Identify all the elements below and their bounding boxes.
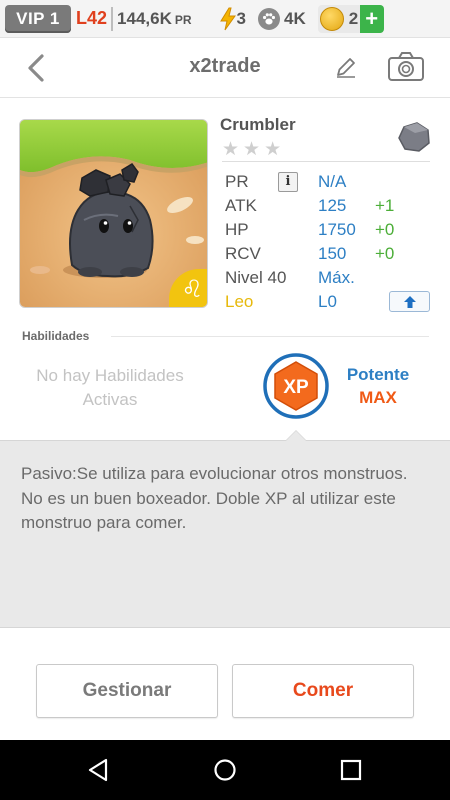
stat-label: ATK bbox=[225, 196, 257, 215]
lightning-icon bbox=[219, 7, 236, 30]
stat-value: Máx. bbox=[318, 268, 355, 287]
passive-skill-level: MAX bbox=[359, 388, 397, 407]
xp-badge-label: XP bbox=[283, 377, 309, 398]
title-bar: x2trade bbox=[0, 38, 450, 98]
eat-button[interactable]: Comer bbox=[232, 664, 414, 718]
passive-skill-name: Potente bbox=[346, 365, 410, 384]
paw-count: 4K bbox=[284, 8, 306, 28]
page-title: x2trade bbox=[189, 55, 261, 77]
divider bbox=[111, 6, 114, 31]
arrow-up-icon bbox=[403, 295, 416, 308]
manage-button[interactable]: Gestionar bbox=[36, 664, 218, 718]
stat-value: N/A bbox=[318, 172, 347, 191]
stat-value: 150 bbox=[318, 244, 347, 263]
stat-row-pr: PR i N/A bbox=[225, 170, 435, 194]
stat-bonus: +0 bbox=[375, 244, 395, 263]
stat-label: Leo bbox=[225, 292, 254, 311]
nav-back-icon[interactable] bbox=[86, 757, 112, 783]
add-coins-button[interactable]: + bbox=[359, 4, 384, 33]
power-value: 144,6K bbox=[117, 8, 172, 28]
stat-label: PR bbox=[225, 172, 249, 191]
stat-row-atk: ATK 125 +1 bbox=[225, 194, 435, 218]
paw-icon bbox=[258, 7, 280, 30]
stat-value: L0 bbox=[318, 292, 337, 311]
upgrade-button[interactable] bbox=[389, 291, 430, 312]
coin-icon bbox=[319, 6, 344, 31]
stat-row-leo: Leo L0 bbox=[225, 290, 435, 314]
info-icon[interactable]: i bbox=[278, 172, 298, 192]
nav-recents-icon[interactable] bbox=[338, 757, 364, 783]
coin-counter[interactable]: 2 + bbox=[317, 4, 384, 33]
xp-skill-badge[interactable]: XP bbox=[263, 353, 329, 419]
rock-element-icon bbox=[398, 122, 430, 152]
stat-row-level: Nivel 40 Máx. bbox=[225, 266, 435, 290]
no-active-abilities-text: No hay Habilidades Activas bbox=[36, 366, 184, 409]
star-icon: ★ bbox=[222, 139, 240, 160]
stat-value: 125 bbox=[318, 196, 347, 215]
divider bbox=[222, 161, 430, 162]
stat-value: 1750 bbox=[318, 220, 356, 239]
stat-bonus: +0 bbox=[375, 220, 395, 239]
coin-count: 2 bbox=[348, 8, 359, 28]
monster-portrait[interactable]: ♌ bbox=[19, 119, 208, 308]
star-icon: ★ bbox=[264, 139, 282, 160]
description-pointer-fill bbox=[286, 431, 306, 441]
monster-name: Crumbler bbox=[220, 115, 296, 134]
pencil-icon[interactable] bbox=[334, 55, 358, 79]
stat-label: HP bbox=[225, 220, 249, 239]
power-unit: PR bbox=[174, 13, 192, 27]
skill-description: Pasivo:Se utiliza para evolucionar otros… bbox=[21, 464, 408, 532]
vip-badge[interactable]: VIP 1 bbox=[5, 4, 71, 33]
stat-label: RCV bbox=[225, 244, 261, 263]
star-rating: ★ ★ ★ bbox=[222, 140, 281, 160]
description-panel: Pasivo:Se utiliza para evolucionar otros… bbox=[0, 440, 450, 628]
camera-icon[interactable] bbox=[387, 51, 425, 83]
stat-row-rcv: RCV 150 +0 bbox=[225, 242, 435, 266]
status-bar: VIP 1 L42 144,6K PR 3 4K 2 + bbox=[0, 0, 450, 38]
stat-row-hp: HP 1750 +0 bbox=[225, 218, 435, 242]
abilities-heading: Habilidades bbox=[22, 329, 90, 343]
energy-count: 3 bbox=[236, 8, 246, 28]
system-nav-bar bbox=[0, 740, 450, 800]
nav-home-icon[interactable] bbox=[212, 757, 238, 783]
divider bbox=[111, 336, 429, 337]
player-level: L42 bbox=[76, 8, 108, 28]
stat-bonus: +1 bbox=[375, 196, 395, 215]
stat-label: Nivel 40 bbox=[225, 268, 287, 287]
star-icon: ★ bbox=[243, 139, 261, 160]
